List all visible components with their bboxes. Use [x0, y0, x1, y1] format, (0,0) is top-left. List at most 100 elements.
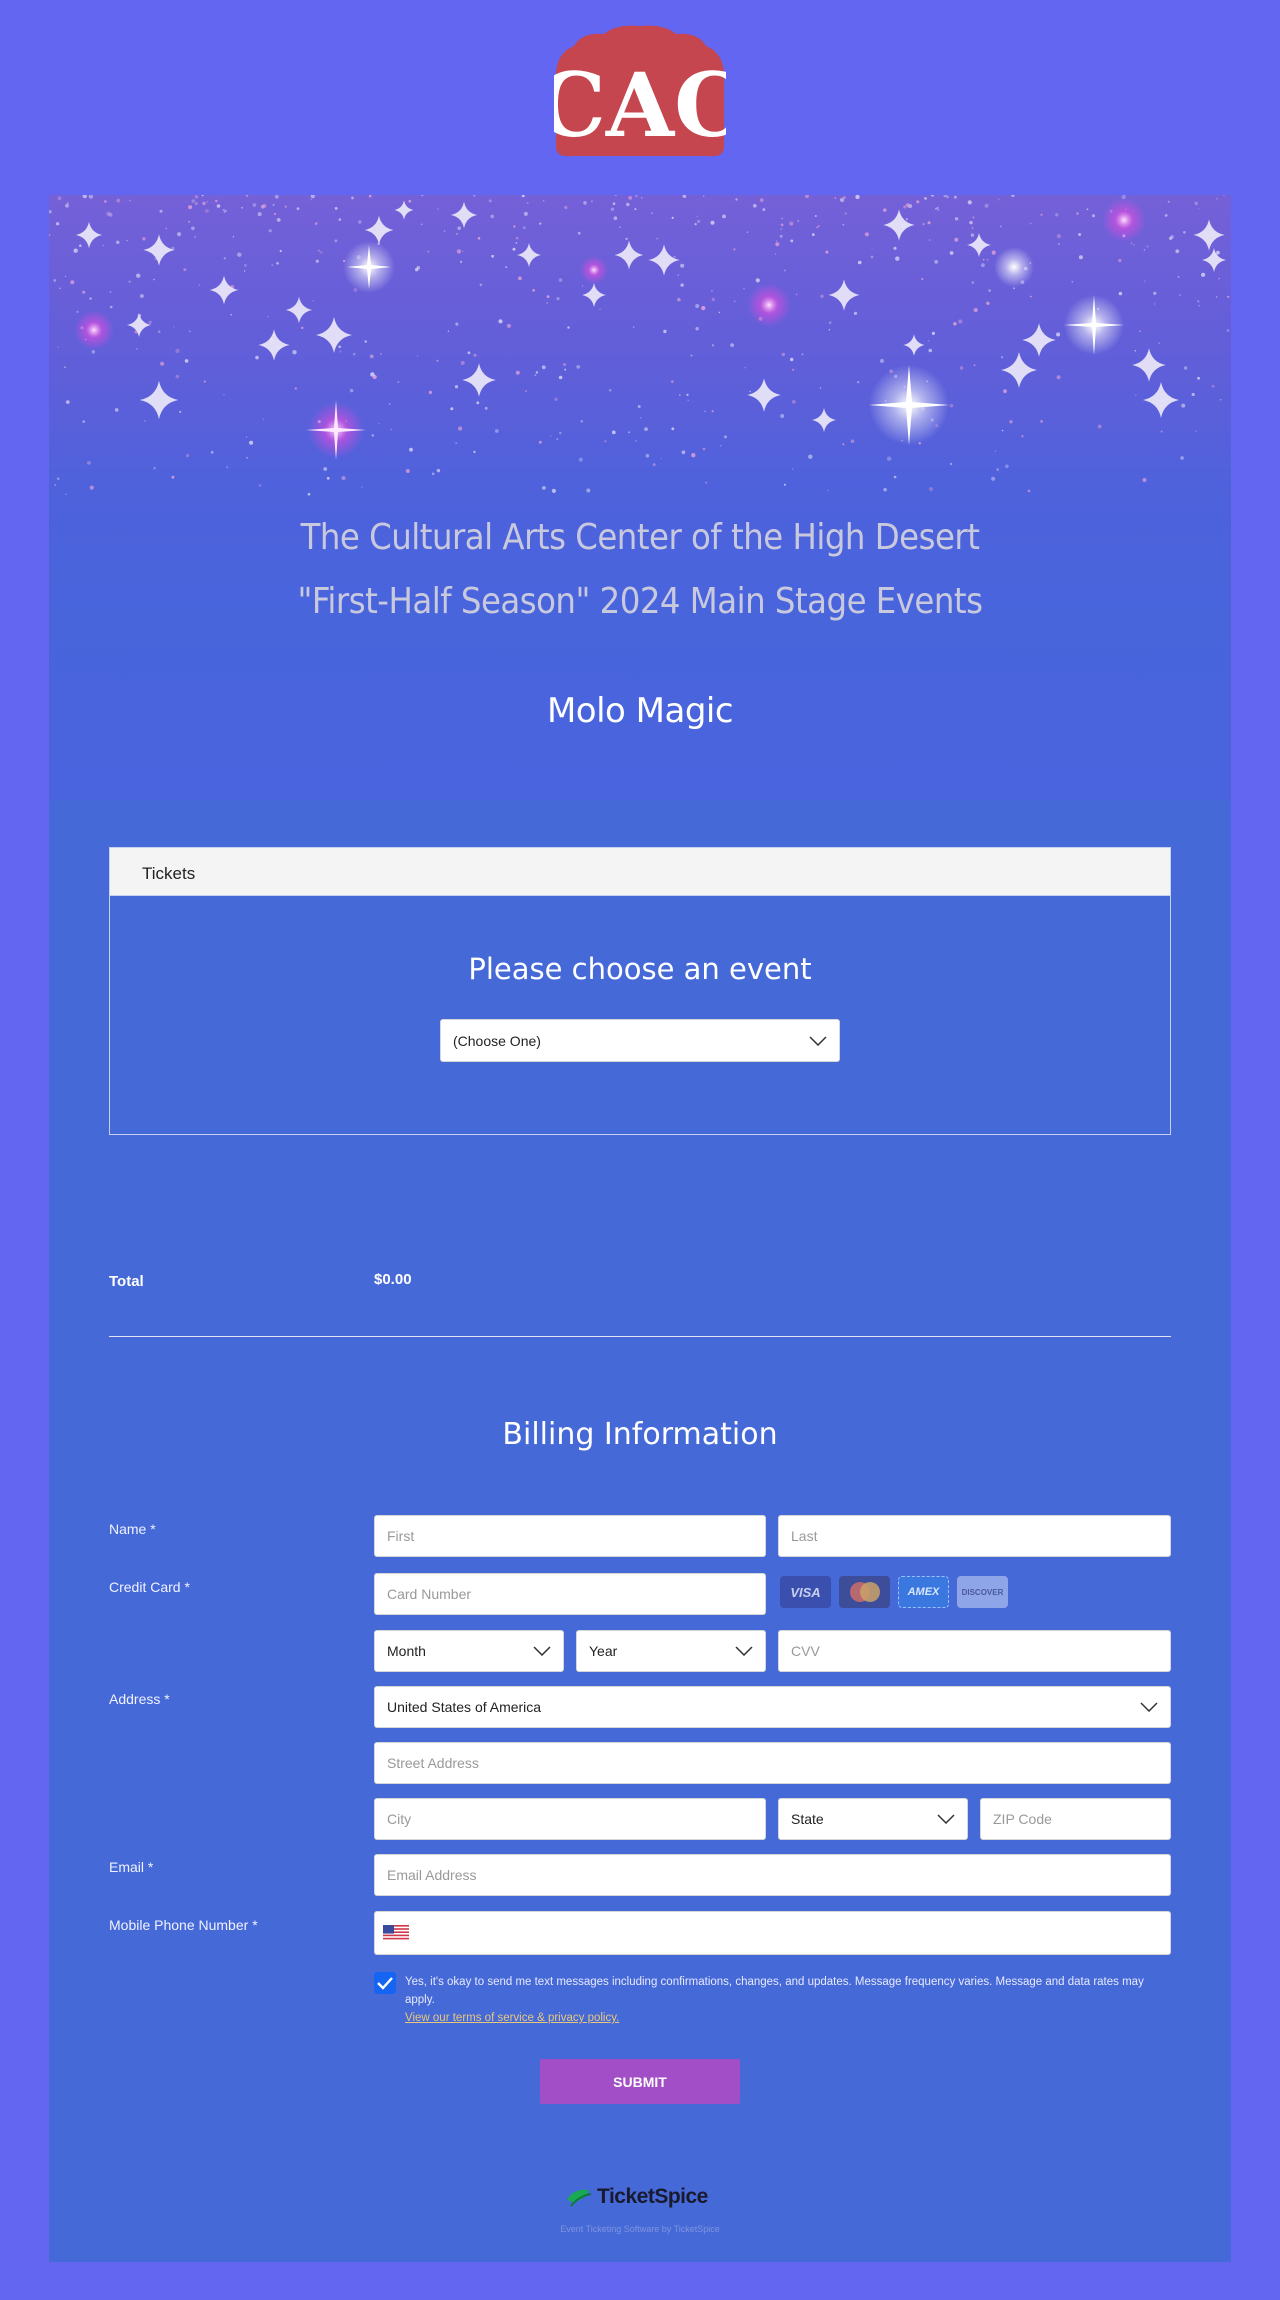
- glitter-dot: [718, 311, 721, 314]
- glitter-dot: [1130, 242, 1133, 245]
- glitter-dot: [949, 462, 953, 466]
- glitter-dot: [677, 274, 680, 277]
- glitter-dot: [972, 216, 975, 219]
- glitter-dot: [338, 218, 342, 221]
- name-label: Name *: [109, 1521, 156, 1537]
- glitter-dot: [628, 431, 631, 434]
- glitter-dot: [1118, 258, 1122, 263]
- glitter-dot: [341, 476, 346, 481]
- email-label: Email *: [109, 1859, 154, 1875]
- glitter-dot: [749, 390, 751, 393]
- last-name-input[interactable]: Last: [778, 1515, 1171, 1557]
- glitter-dot: [971, 281, 975, 284]
- glitter-dot: [257, 212, 262, 217]
- glitter-dot: [608, 388, 612, 392]
- glitter-dot: [349, 388, 354, 393]
- glitter-dot: [246, 436, 248, 438]
- zip-code-input[interactable]: ZIP Code: [980, 1798, 1171, 1840]
- submit-button[interactable]: SUBMIT: [540, 2059, 740, 2104]
- glitter-dot: [188, 330, 191, 333]
- glitter-dot: [895, 256, 900, 261]
- glitter-dot: [177, 232, 182, 237]
- glitter-dot: [1218, 277, 1220, 280]
- glitter-dot: [467, 351, 471, 355]
- glitter-dot: [652, 463, 656, 467]
- country-select[interactable]: United States of America: [374, 1686, 1171, 1728]
- terms-privacy-link[interactable]: View our terms of service & privacy poli…: [405, 2009, 1175, 2027]
- glitter-dot: [224, 209, 228, 212]
- country-select-value: United States of America: [387, 1699, 542, 1715]
- glitter-dot: [558, 375, 563, 380]
- year-select[interactable]: Year: [576, 1630, 766, 1672]
- glitter-dot: [1118, 291, 1123, 296]
- glitter-dot: [315, 259, 319, 263]
- glitter-dot: [262, 418, 265, 421]
- glitter-dot: [397, 380, 400, 384]
- street-address-input[interactable]: Street Address: [374, 1742, 1171, 1784]
- city-input[interactable]: City: [374, 1798, 766, 1840]
- glitter-dot: [604, 440, 607, 443]
- glitter-dot: [695, 304, 700, 308]
- glitter-dot: [671, 216, 674, 219]
- glitter-dot: [294, 387, 297, 390]
- glitter-dot: [76, 310, 79, 313]
- month-select[interactable]: Month: [374, 1630, 564, 1672]
- chevron-down-icon: [809, 1035, 827, 1046]
- glitter-dot: [202, 201, 206, 206]
- glitter-dot: [1135, 394, 1137, 396]
- glitter-dot: [954, 237, 959, 242]
- glitter-dot: [1009, 420, 1013, 424]
- chevron-down-icon: [533, 1646, 551, 1656]
- glitter-dot: [1057, 242, 1060, 245]
- glitter-dot: [1216, 250, 1220, 255]
- glitter-dot: [546, 295, 550, 298]
- glitter-dot: [65, 203, 69, 208]
- glitter-dot: [171, 475, 175, 479]
- glitter-dot: [326, 476, 330, 480]
- glitter-dot: [564, 368, 567, 371]
- glitter-dot: [780, 413, 785, 419]
- email-input[interactable]: Email Address: [374, 1854, 1171, 1896]
- glitter-dot: [506, 323, 511, 328]
- us-flag-icon[interactable]: [383, 1925, 409, 1941]
- glitter-dot: [443, 230, 446, 232]
- cvv-input[interactable]: CVV: [778, 1630, 1171, 1672]
- glitter-dot: [903, 205, 907, 209]
- glitter-dot: [1071, 280, 1074, 283]
- sms-consent-checkbox[interactable]: [374, 1972, 396, 1994]
- glitter-dot: [819, 387, 822, 389]
- glitter-dot: [488, 199, 492, 203]
- card-number-input[interactable]: Card Number: [374, 1573, 766, 1615]
- glitter-dot: [613, 216, 618, 220]
- footer-tagline[interactable]: Event Ticketing Software by TicketSpice: [49, 2224, 1231, 2234]
- visa-icon: VISA: [780, 1576, 831, 1608]
- glitter-dot: [583, 201, 587, 205]
- glitter-dot: [312, 300, 315, 302]
- glitter-dot: [455, 322, 459, 326]
- glitter-dot: [1040, 213, 1043, 216]
- ticketspice-logo[interactable]: TicketSpice: [565, 2184, 715, 2210]
- state-select[interactable]: State: [778, 1798, 968, 1840]
- glitter-dot: [159, 209, 163, 213]
- glitter-dot: [850, 439, 855, 443]
- glitter-dot: [795, 293, 798, 296]
- glitter-dot: [1153, 291, 1157, 295]
- glitter-dot: [973, 307, 978, 313]
- sms-consent-text: Yes, it's okay to send me text messages …: [405, 1973, 1175, 2027]
- glitter-dot: [484, 406, 488, 410]
- glitter-dot: [969, 220, 973, 225]
- first-name-input[interactable]: First: [374, 1515, 766, 1557]
- glitter-dot: [556, 438, 558, 440]
- glitter-dot: [580, 420, 584, 423]
- glitter-dot: [144, 420, 146, 422]
- glitter-dot: [1001, 429, 1004, 432]
- phone-input[interactable]: [374, 1911, 1171, 1955]
- glitter-dot: [57, 346, 59, 348]
- glitter-dot: [781, 352, 785, 357]
- glitter-dot: [542, 486, 546, 490]
- event-select[interactable]: (Choose One): [440, 1019, 840, 1062]
- glitter-dot: [720, 445, 722, 447]
- glitter-dot: [586, 488, 591, 493]
- glitter-dot: [986, 258, 989, 261]
- tickets-tab[interactable]: Tickets: [110, 848, 1170, 896]
